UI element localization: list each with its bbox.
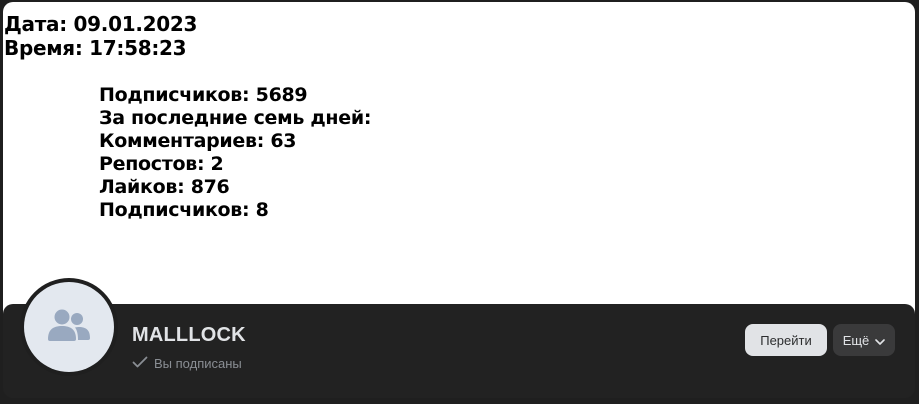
- avatar[interactable]: [24, 282, 114, 372]
- date-line: Дата: 09.01.2023: [4, 12, 198, 36]
- stat-line: За последние семь дней:: [99, 107, 372, 129]
- users-icon: [46, 308, 92, 347]
- cover-banner: Дата: 09.01.2023 Время: 17:58:23 Подписч…: [3, 2, 915, 332]
- stats-block: Подписчиков: 5689 За последние семь дней…: [99, 84, 371, 222]
- time-line: Время: 17:58:23: [4, 36, 187, 60]
- check-icon: [132, 356, 148, 371]
- stat-line: Комментариев: 63: [99, 130, 297, 152]
- subscription-status-label: Вы подписаны: [154, 356, 242, 371]
- community-header: Дата: 09.01.2023 Время: 17:58:23 Подписч…: [0, 0, 919, 404]
- stat-line: Репостов: 2: [99, 153, 224, 175]
- chevron-down-icon: [875, 333, 886, 348]
- stat-line: Лайков: 876: [99, 176, 230, 198]
- stat-line: Подписчиков: 8: [99, 199, 269, 221]
- community-name[interactable]: MALLLOCK: [132, 324, 246, 347]
- go-button[interactable]: Перейти: [745, 324, 827, 356]
- more-button[interactable]: Ещё: [833, 324, 895, 356]
- more-button-label: Ещё: [842, 332, 870, 348]
- stat-line: Подписчиков: 5689: [99, 84, 308, 106]
- timestamp-block: Дата: 09.01.2023 Время: 17:58:23: [4, 12, 197, 60]
- go-button-label: Перейти: [760, 332, 812, 348]
- subscription-status: Вы подписаны: [132, 356, 242, 371]
- avatar-ring: [20, 278, 118, 376]
